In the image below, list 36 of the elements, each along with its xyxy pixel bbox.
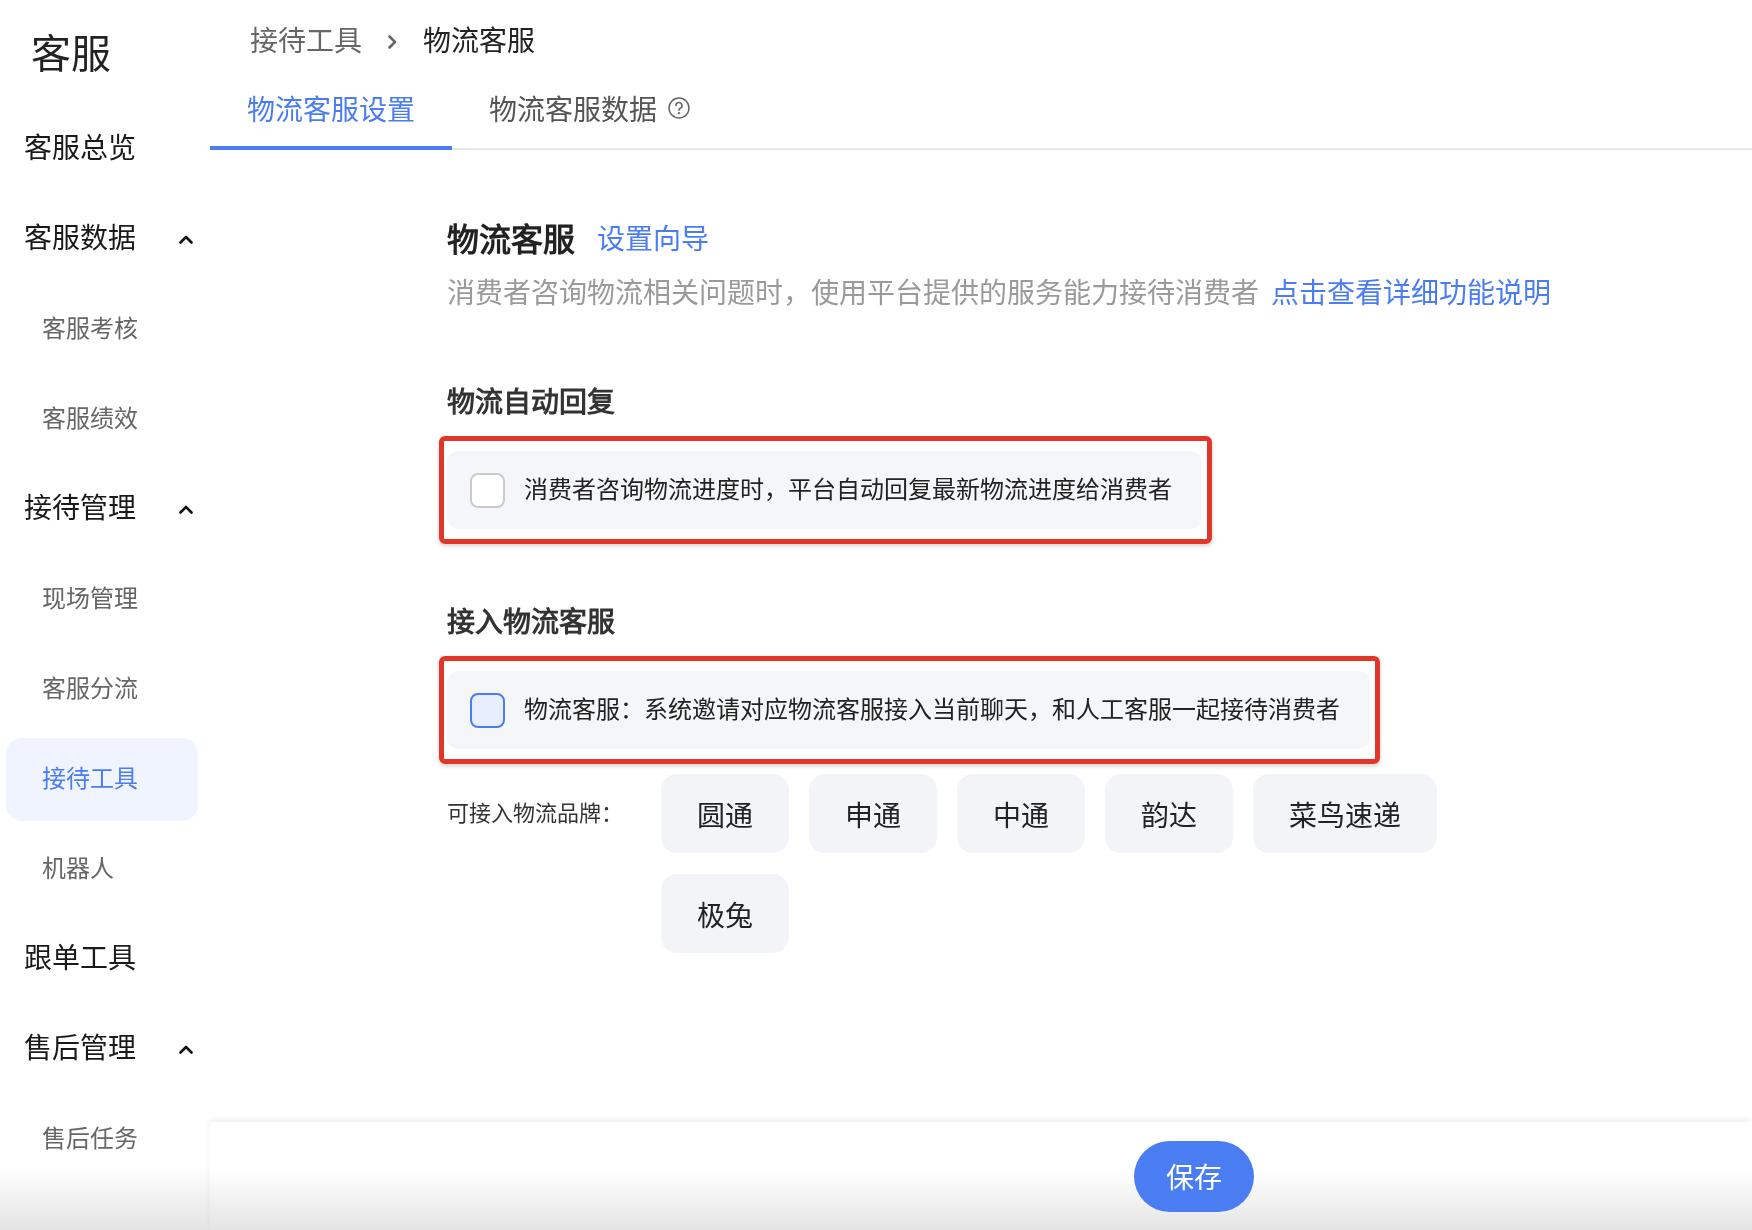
brand-tag: 菜鸟速递: [1253, 774, 1437, 853]
guide-link[interactable]: 设置向导: [597, 222, 709, 258]
breadcrumb-link[interactable]: 接待工具: [250, 24, 362, 60]
menu-item[interactable]: 客服数据: [24, 221, 193, 257]
checkbox[interactable]: [470, 472, 505, 508]
brand-tag: 韵达: [1105, 774, 1233, 853]
menu-item[interactable]: 跟单工具: [24, 941, 136, 977]
section-title: 接入物流客服: [447, 606, 615, 640]
brand-tag: 中通: [957, 774, 1085, 853]
submenu-item[interactable]: 接待工具: [6, 737, 198, 821]
submenu-item[interactable]: 客服绩效: [42, 403, 138, 435]
brand-tag: 极兔: [661, 874, 789, 953]
page-title: 物流客服: [447, 221, 575, 260]
sidebar-title: 客服: [31, 31, 111, 78]
checkbox[interactable]: [470, 692, 505, 728]
chevron-right-icon: [388, 35, 397, 49]
detail-link[interactable]: 点击查看详细功能说明: [1270, 278, 1551, 309]
menu-item[interactable]: 售后管理: [24, 1031, 193, 1067]
save-button[interactable]: 保存: [1134, 1140, 1254, 1212]
submenu-item[interactable]: 机器人: [42, 853, 114, 885]
menu-item[interactable]: 客服总览: [24, 131, 136, 167]
tab[interactable]: 物流客服数据: [452, 66, 727, 150]
description: 消费者咨询物流相关问题时，使用平台提供的服务能力接待消费者 点击查看详细功能说明: [447, 277, 1551, 311]
submenu-item[interactable]: 客服考核: [42, 313, 138, 345]
brand-tag: 申通: [809, 774, 937, 853]
menu-item[interactable]: 接待管理: [24, 491, 193, 527]
brand-tag: 圆通: [661, 774, 789, 853]
submenu-item[interactable]: 客服分流: [42, 673, 138, 705]
submenu-item[interactable]: 售后任务: [42, 1123, 138, 1155]
tab[interactable]: 物流客服设置: [210, 66, 452, 150]
brands-label: 可接入物流品牌：: [447, 799, 623, 828]
option-label: 消费者咨询物流进度时，平台自动回复最新物流进度给消费者: [524, 475, 1172, 505]
submenu-item[interactable]: 现场管理: [42, 583, 138, 615]
section-title: 物流自动回复: [447, 386, 615, 420]
breadcrumb-current: 物流客服: [423, 25, 535, 59]
option-label: 物流客服：系统邀请对应物流客服接入当前聊天，和人工客服一起接待消费者: [524, 695, 1340, 725]
